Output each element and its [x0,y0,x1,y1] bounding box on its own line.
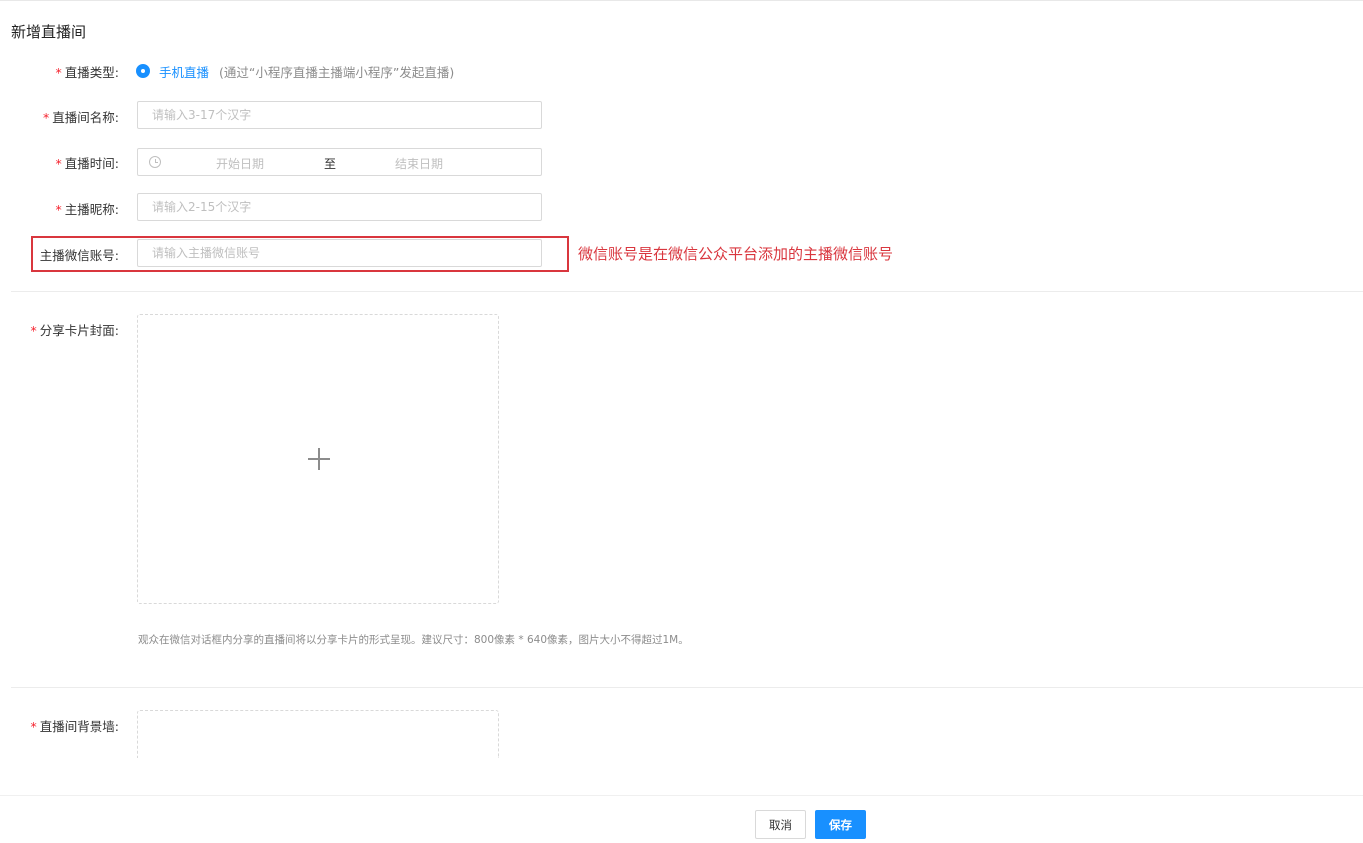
room-name-label: * 直播间名称: [0,107,119,126]
top-divider [0,0,1363,1]
live-type-label: * 直播类型: [0,62,119,81]
room-name-label-text: 直播间名称: [52,110,119,125]
background-wall-upload[interactable] [137,710,499,758]
radio-selected-icon[interactable] [136,64,150,78]
annotation-text: 微信账号是在微信公众平台添加的主播微信账号 [578,245,894,263]
radio-option-hint: (通过“小程序直播主播端小程序”发起直播) [219,64,455,80]
share-cover-upload[interactable] [137,314,499,604]
share-cover-helper-text: 观众在微信对话框内分享的直播间将以分享卡片的形式呈现。建议尺寸：800像素 * … [138,634,689,646]
anchor-nickname-label: * 主播昵称: [0,199,119,218]
required-mark: * [43,110,50,125]
required-mark: * [55,156,62,171]
live-type-label-text: 直播类型: [64,65,119,80]
anchor-nickname-label-text: 主播昵称: [64,202,119,217]
anchor-nickname-input[interactable] [137,193,542,221]
room-name-input[interactable] [137,101,542,129]
page-title: 新增直播间 [11,23,87,41]
footer-divider [0,795,1363,796]
section-divider [11,291,1363,292]
annotation-highlight-box [31,236,569,272]
start-date-input[interactable]: 开始日期 [216,155,264,172]
background-wall-label-text: 直播间背景墙: [39,719,119,734]
save-button[interactable]: 保存 [815,810,866,839]
background-wall-label: * 直播间背景墙: [0,716,119,735]
cancel-button[interactable]: 取消 [755,810,806,839]
plus-icon [308,448,330,470]
radio-option-label[interactable]: 手机直播 [159,62,209,81]
live-time-range-picker[interactable]: 开始日期 至 结束日期 [137,148,542,176]
live-time-label-text: 直播时间: [64,156,119,171]
share-cover-label: * 分享卡片封面: [0,320,119,339]
range-separator: 至 [324,157,337,171]
section-divider [11,687,1363,688]
live-time-label: * 直播时间: [0,153,119,172]
share-cover-label-text: 分享卡片封面: [39,323,119,338]
required-mark: * [30,323,37,338]
required-mark: * [55,65,62,80]
clock-icon [149,156,161,168]
live-type-radio-option[interactable]: 手机直播 (通过“小程序直播主播端小程序”发起直播) [136,62,455,81]
end-date-input[interactable]: 结束日期 [395,155,443,172]
required-mark: * [55,202,62,217]
required-mark: * [30,719,37,734]
